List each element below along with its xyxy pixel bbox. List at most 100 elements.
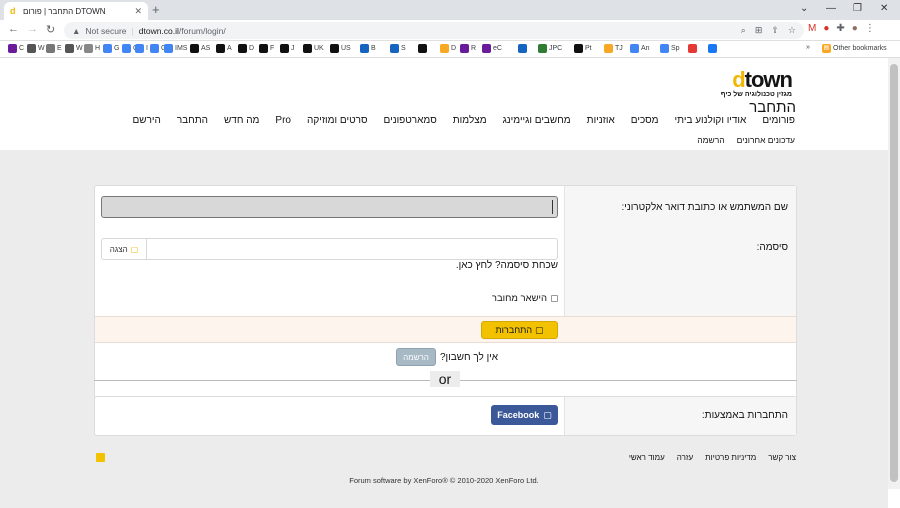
bookmark-item[interactable]: F (259, 44, 274, 53)
bookmark-label: An (641, 45, 650, 52)
bookmark-item[interactable]: A (216, 44, 232, 53)
reload-button[interactable]: ↻ (46, 23, 55, 36)
bookmark-favicon-icon (440, 44, 449, 53)
browser-tab-strip: d התחבר | פורום DTOWN ✕ + ⌄ — ❐ ✕ (0, 0, 900, 20)
minimize-button[interactable]: — (826, 3, 836, 14)
nav-item[interactable]: אוזניות (587, 115, 615, 126)
bookmark-item[interactable]: I (135, 44, 148, 53)
url-bar[interactable]: ▲ Not secure | dtown.co.il/forum/login/ … (64, 22, 804, 39)
bookmark-label: C (19, 45, 25, 52)
footer-help-link[interactable]: עזרה (677, 453, 693, 462)
bookmark-star-icon[interactable]: ☆ (788, 25, 796, 36)
nav-item[interactable]: סרטים ומוזיקה (307, 115, 368, 126)
bookmark-item[interactable]: B (360, 44, 376, 53)
nav-item[interactable]: התחבר (177, 115, 208, 126)
nav-item[interactable]: אודיו וקולנוע ביתי (675, 115, 747, 126)
bookmark-item[interactable]: An (630, 44, 650, 53)
bookmark-item[interactable]: W (65, 44, 83, 53)
nav-item[interactable]: מה חדש (224, 115, 259, 126)
bookmark-favicon-icon (390, 44, 399, 53)
bookmarks-overflow-button[interactable]: » (806, 44, 810, 51)
zoom-icon[interactable]: ⌕ (741, 25, 746, 36)
forgot-password-link[interactable]: שכחת סיסמה? לחץ כאן. (456, 260, 558, 271)
subnav-latest-activity[interactable]: עדכונים אחרונים (737, 135, 795, 145)
password-label: סיסמה: (756, 242, 788, 253)
extension-icon[interactable]: ● (823, 23, 829, 34)
bookmark-item[interactable]: UK (303, 44, 324, 53)
bookmark-label: US (341, 45, 351, 52)
bookmark-item[interactable] (708, 44, 719, 53)
login-icon: ▢ (535, 324, 544, 335)
footer-credit: Forum software by XenForo® © 2010-2020 X… (349, 476, 539, 485)
gmail-extension-icon[interactable]: M (808, 23, 816, 34)
puzzle-icon[interactable]: ✚ (836, 23, 844, 34)
share-icon[interactable]: ⇪ (771, 25, 779, 36)
bookmark-item[interactable] (518, 44, 529, 53)
nav-item[interactable]: מחשבים וגיימינג (503, 115, 571, 126)
nav-item[interactable]: סמארטפונים (384, 115, 437, 126)
bookmark-item[interactable]: E (46, 44, 62, 53)
translate-icon[interactable]: ⊞ (755, 25, 763, 36)
bookmark-item[interactable]: D (440, 44, 456, 53)
bookmark-label: E (57, 45, 62, 52)
remember-me-checkbox[interactable]: הישאר מחובר (492, 293, 558, 304)
footer-home-link[interactable]: עמוד ראשי (629, 453, 665, 462)
maximize-button[interactable]: ❐ (853, 3, 862, 14)
password-input[interactable]: הצגה ▢ (101, 238, 558, 260)
bookmark-item[interactable]: R (460, 44, 476, 53)
bookmark-item[interactable]: G (103, 44, 119, 53)
bookmark-item[interactable]: US (330, 44, 351, 53)
nav-item[interactable]: מסכים (631, 115, 659, 126)
bookmark-favicon-icon (630, 44, 639, 53)
scrollbar-thumb[interactable] (890, 64, 898, 482)
site-favicon-icon: d (10, 5, 16, 16)
bookmark-item[interactable]: C (8, 44, 24, 53)
bookmark-item[interactable]: eC (482, 44, 502, 53)
browser-tab[interactable]: d התחבר | פורום DTOWN ✕ (4, 2, 148, 20)
bookmark-item[interactable]: IMS (164, 44, 187, 53)
page-scrollbar[interactable] (888, 58, 900, 489)
close-tab-icon[interactable]: ✕ (134, 6, 142, 17)
facebook-login-button[interactable]: Facebook ▢ (491, 405, 558, 425)
forward-button[interactable]: → (27, 23, 38, 35)
bookmark-favicon-icon (303, 44, 312, 53)
bookmark-item[interactable]: H (84, 44, 100, 53)
register-button[interactable]: הרשמה (396, 348, 436, 366)
bookmark-item[interactable]: D (238, 44, 254, 53)
subnav-register[interactable]: הרשמה (697, 135, 724, 145)
footer-privacy-link[interactable]: מדיניות פרטיות (705, 453, 756, 462)
nav-item[interactable]: Pro (275, 115, 291, 126)
facebook-label: Facebook (497, 410, 540, 420)
footer-contact-link[interactable]: צור קשר (768, 453, 796, 462)
bookmark-item[interactable]: Sp (660, 44, 680, 53)
login-button[interactable]: ▢ התחברות (481, 321, 558, 339)
bookmark-item[interactable]: S (390, 44, 406, 53)
bookmark-item[interactable]: TJ (604, 44, 623, 53)
other-bookmarks[interactable]: ▤ Other bookmarks (822, 44, 887, 53)
nav-item[interactable]: מצלמות (453, 115, 487, 126)
bookmark-item[interactable]: Pt (574, 44, 592, 53)
bookmark-item[interactable] (688, 44, 699, 53)
footer-links: צור קשר מדיניות פרטיות עזרה עמוד ראשי (95, 453, 796, 462)
menu-icon[interactable]: ⋮ (865, 23, 875, 34)
back-button[interactable]: ← (8, 23, 19, 35)
bookmark-item[interactable]: AS (190, 44, 210, 53)
bookmark-favicon-icon (122, 44, 131, 53)
close-window-button[interactable]: ✕ (880, 3, 888, 14)
bookmark-item[interactable]: JPC (538, 44, 562, 53)
nav-item[interactable]: הירשם (132, 115, 160, 126)
bookmark-label: Sp (671, 45, 680, 52)
username-input[interactable] (101, 196, 558, 218)
bookmark-item[interactable]: J (280, 44, 295, 53)
show-password-label: הצגה (109, 244, 128, 254)
bookmark-item[interactable] (418, 44, 429, 53)
profile-avatar[interactable]: ● (852, 23, 858, 34)
nav-item[interactable]: פורומים (762, 115, 795, 126)
bookmark-label: H (95, 45, 101, 52)
login-button-label: התחברות (495, 325, 533, 335)
new-tab-button[interactable]: + (152, 2, 160, 17)
tab-search-icon[interactable]: ⌄ (800, 3, 808, 14)
bookmark-item[interactable]: W (27, 44, 45, 53)
site-logo[interactable]: dtown מגזין טכנולוגיה של כיף (702, 69, 793, 99)
show-password-button[interactable]: הצגה ▢ (102, 239, 147, 259)
